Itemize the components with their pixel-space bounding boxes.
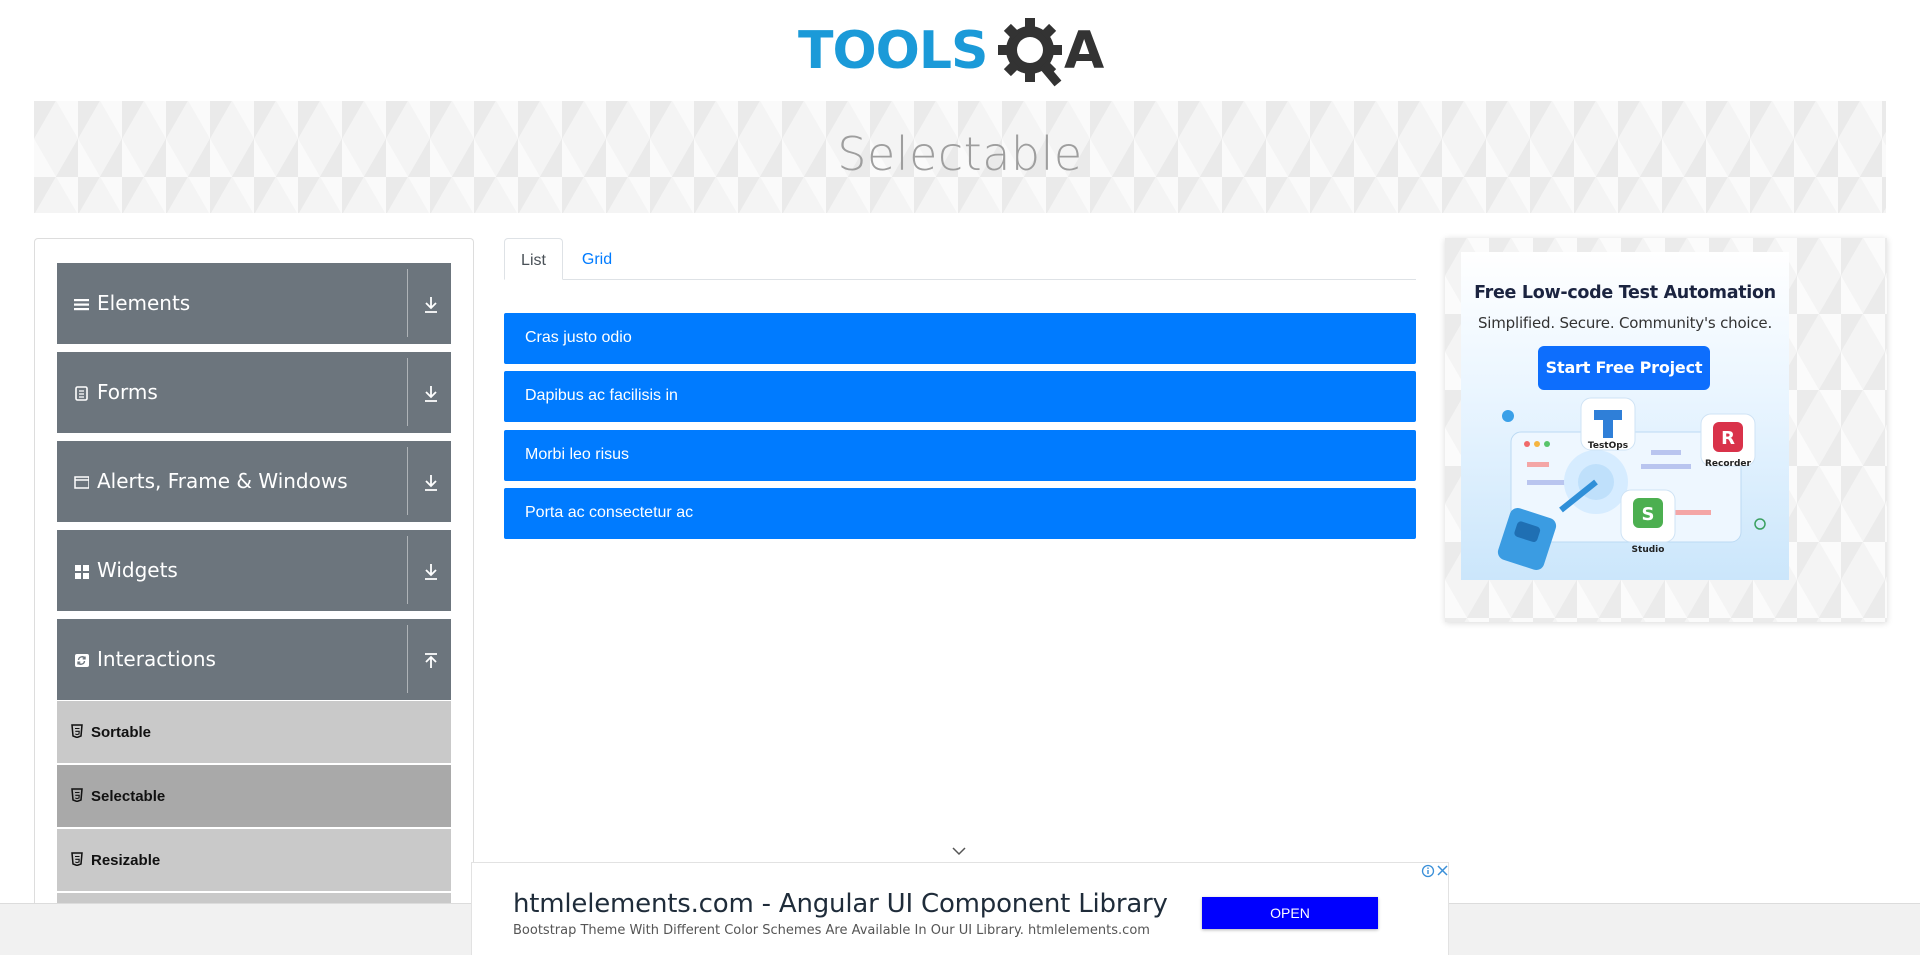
hamburger-icon — [74, 299, 89, 311]
upload-arrow-icon[interactable] — [423, 652, 439, 670]
tab-list[interactable]: List — [504, 238, 563, 280]
divider — [407, 625, 408, 693]
sidebar-group-label: Forms — [97, 380, 158, 404]
studio-label: Studio — [1632, 545, 1665, 555]
sidebar-group-label: Widgets — [97, 558, 178, 582]
list-item[interactable]: Morbi leo risus — [504, 430, 1416, 481]
window-icon — [74, 476, 89, 489]
sidebar-item-sortable[interactable]: Sortable — [57, 701, 451, 763]
sidebar-item-selectable[interactable]: Selectable — [57, 765, 451, 827]
ad-subline: Simplified. Secure. Community's choice. — [1477, 314, 1773, 332]
sidebar-group-alerts[interactable]: Alerts, Frame & Windows — [57, 441, 451, 522]
sidebar-group-forms[interactable]: Forms — [57, 352, 451, 433]
close-icon — [1437, 865, 1448, 876]
svg-text:TOOLS: TOOLS — [798, 21, 987, 81]
right-ad-container: Free Low-code Test Automation Simplified… — [1445, 238, 1887, 622]
header: TOOLS A — [0, 0, 1920, 100]
grid-icon — [75, 565, 89, 579]
html5-icon — [71, 852, 83, 866]
sidebar-item-label: Sortable — [91, 724, 152, 741]
list-item[interactable]: Porta ac consectetur ac — [504, 488, 1416, 539]
download-arrow-icon[interactable] — [423, 474, 439, 492]
tab-grid[interactable]: Grid — [565, 238, 629, 280]
ad-choices-icon[interactable] — [1420, 863, 1450, 879]
open-button[interactable]: OPEN — [1202, 897, 1378, 929]
sidebar-group-interactions[interactable]: Interactions — [57, 619, 451, 700]
svg-text:S: S — [1642, 504, 1655, 525]
bottom-ad-banner[interactable]: htmlelements.com - Angular UI Component … — [471, 862, 1449, 955]
recorder-label: Recorder — [1705, 459, 1752, 469]
download-arrow-icon[interactable] — [423, 563, 439, 581]
download-arrow-icon[interactable] — [423, 385, 439, 403]
download-arrow-icon[interactable] — [423, 296, 439, 314]
sidebar-group-elements[interactable]: Elements — [57, 263, 451, 344]
left-sidebar: Elements Forms Alerts, Frame & Windows W… — [34, 238, 474, 938]
list-item[interactable]: Cras justo odio — [504, 313, 1416, 364]
chevron-down-icon[interactable] — [951, 846, 967, 856]
sidebar-item-label: Selectable — [91, 788, 166, 805]
list-item[interactable]: Dapibus ac facilisis in — [504, 371, 1416, 422]
toolsqa-logo[interactable]: TOOLS A — [798, 14, 1128, 92]
ad-headline: Free Low-code Test Automation — [1474, 283, 1776, 303]
sidebar-item-resizable[interactable]: Resizable — [57, 829, 451, 891]
ad-illustration: TestOps R Recorder S Studio — [1497, 397, 1766, 571]
testops-label: TestOps — [1588, 441, 1628, 451]
ad-description: Bootstrap Theme With Different Color Sch… — [513, 923, 1150, 938]
sidebar-group-widgets[interactable]: Widgets — [57, 530, 451, 611]
sync-icon — [75, 654, 89, 667]
page-banner: Selectable — [34, 101, 1886, 213]
document-icon — [75, 386, 88, 401]
html5-icon — [71, 724, 83, 738]
divider — [407, 536, 408, 604]
tab-bar: List Grid — [504, 238, 1416, 280]
ad-title: htmlelements.com - Angular UI Component … — [513, 889, 1168, 919]
sidebar-group-label: Elements — [97, 291, 191, 315]
svg-text:R: R — [1721, 428, 1735, 449]
start-free-project-button[interactable]: Start Free Project — [1538, 346, 1710, 390]
svg-text:A: A — [1064, 21, 1104, 81]
divider — [407, 269, 408, 337]
sidebar-group-label: Alerts, Frame & Windows — [97, 469, 348, 493]
sidebar-item-label: Resizable — [91, 852, 161, 869]
html5-icon — [71, 788, 83, 802]
katalon-ad[interactable]: Free Low-code Test Automation Simplified… — [1461, 252, 1789, 580]
sidebar-group-label: Interactions — [97, 647, 216, 671]
divider — [407, 358, 408, 426]
divider — [407, 447, 408, 515]
page-title: Selectable — [837, 127, 1083, 181]
